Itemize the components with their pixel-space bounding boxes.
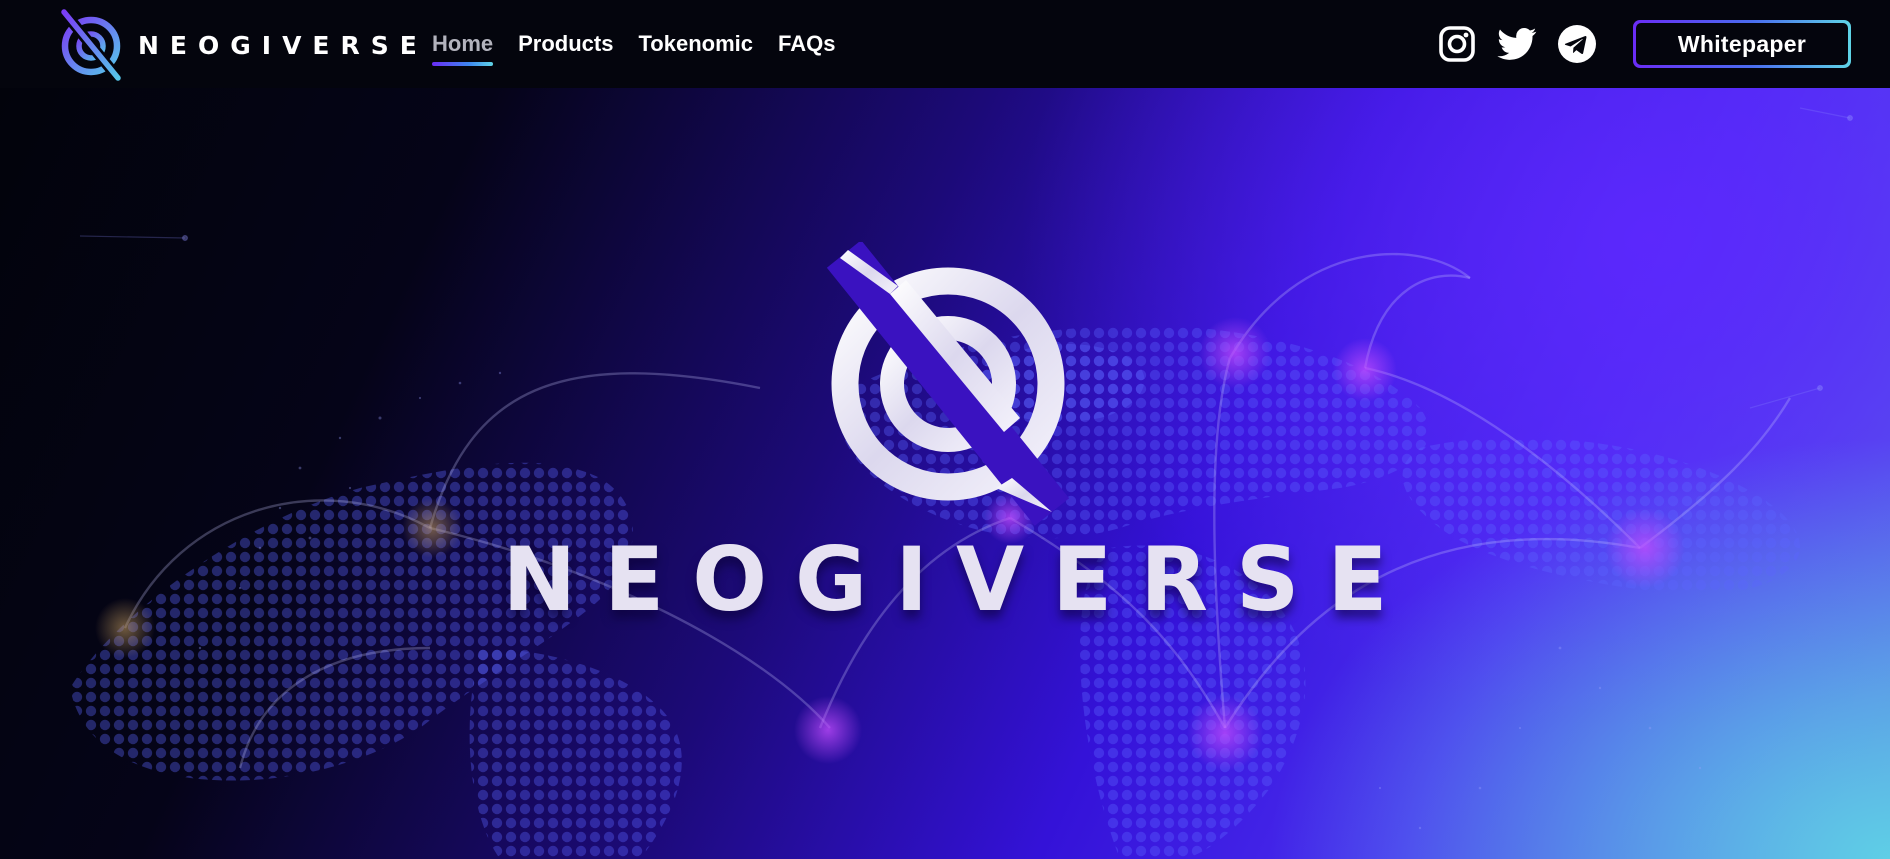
nav-products[interactable]: Products [518,31,613,57]
nav-tokenomic-label: Tokenomic [638,31,753,56]
nav-faqs[interactable]: FAQs [778,31,835,57]
nav-home[interactable]: Home [432,31,494,66]
nav-tokenomic[interactable]: Tokenomic [638,31,753,57]
telegram-icon [1558,25,1596,63]
nav-home-label: Home [432,31,494,56]
nav-active-underline [432,62,494,66]
instagram-link[interactable] [1437,24,1477,64]
neogiverse-logo-icon [59,8,123,82]
nav-faqs-label: FAQs [778,31,836,56]
instagram-icon [1439,26,1475,62]
page: NEOGIVERSE Home Products Tokenomic FAQs [0,0,1890,859]
twitter-icon [1497,27,1537,60]
whitepaper-button[interactable]: Whitepaper [1633,20,1851,68]
hero-section: NEOGIVERSE [0,88,1890,859]
social-links [1437,24,1597,64]
brand-logo-link[interactable]: NEOGIVERSE [58,8,428,82]
whitepaper-button-label: Whitepaper [1636,23,1848,65]
neogiverse-logo-icon [826,242,1070,526]
main-nav: Home Products Tokenomic FAQs [432,0,835,88]
nav-products-label: Products [518,31,614,56]
twitter-link[interactable] [1497,24,1537,64]
brand-name: NEOGIVERSE [138,30,428,60]
navbar: NEOGIVERSE Home Products Tokenomic FAQs [0,0,1890,88]
telegram-link[interactable] [1557,24,1597,64]
hero-title: NEOGIVERSE [502,528,1416,631]
